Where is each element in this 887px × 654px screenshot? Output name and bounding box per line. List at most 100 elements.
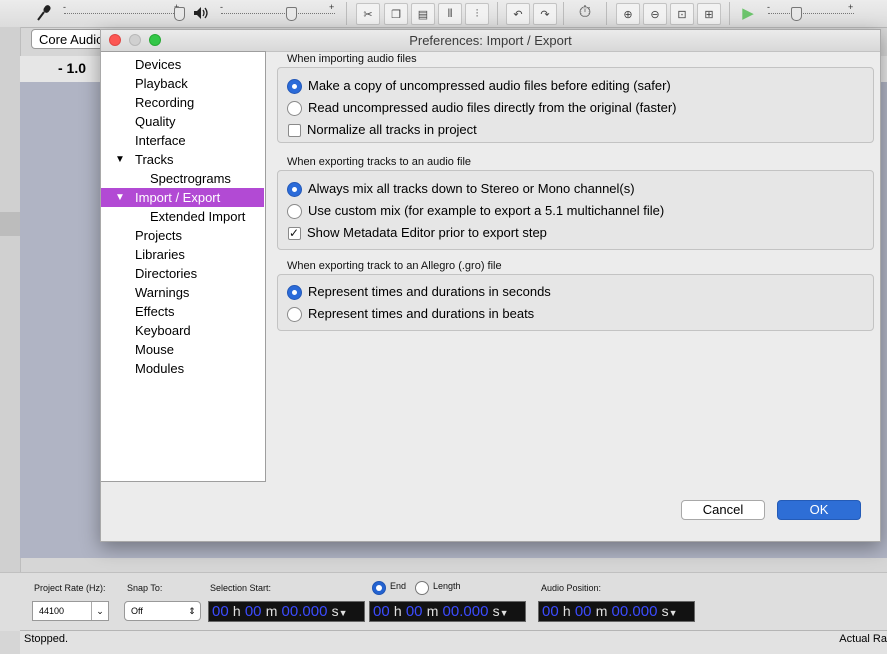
snap-to-select[interactable]: Off ⇕ bbox=[124, 601, 201, 621]
undo-icon[interactable]: ↶ bbox=[506, 3, 530, 25]
allegro-group-title: When exporting track to an Allegro (.gro… bbox=[287, 260, 502, 272]
end-radio[interactable] bbox=[372, 581, 386, 595]
seconds-unit: s bbox=[331, 603, 339, 619]
normalize-checkbox[interactable] bbox=[288, 123, 301, 137]
minimize-button[interactable] bbox=[129, 34, 141, 46]
dialog-titlebar[interactable]: Preferences: Import / Export bbox=[101, 30, 880, 52]
selection-start-time[interactable]: 00 h 00 m 00.000 s▼ bbox=[208, 601, 365, 622]
tree-item[interactable]: Quality bbox=[101, 112, 264, 131]
left-edge-panel bbox=[0, 27, 21, 627]
tree-item-label: Modules bbox=[135, 361, 185, 376]
slider-minus-label: - bbox=[220, 2, 223, 12]
copy-files-radio[interactable] bbox=[287, 78, 302, 94]
tree-item-label: Import / Export bbox=[135, 190, 221, 205]
mix-down-label: Always mix all tracks down to Stereo or … bbox=[308, 181, 635, 196]
normalize-option[interactable]: Normalize all tracks in project bbox=[287, 121, 477, 139]
toolbar-separator bbox=[346, 2, 347, 25]
disclosure-triangle-icon[interactable]: ▼ bbox=[115, 150, 125, 169]
beats-radio[interactable] bbox=[287, 306, 302, 322]
read-directly-radio[interactable] bbox=[287, 100, 302, 116]
end-label: End bbox=[390, 581, 407, 591]
selection-start-label: Selection Start: bbox=[210, 583, 272, 593]
cut-icon[interactable]: ✂ bbox=[356, 3, 380, 25]
selection-end-time[interactable]: 00 h 00 m 00.000 s▼ bbox=[369, 601, 526, 622]
tree-item[interactable]: ▼ Import / Export bbox=[101, 188, 264, 207]
audio-host-select[interactable]: Core Audio bbox=[31, 29, 111, 49]
project-rate-combo[interactable]: 44100 ⌄ bbox=[32, 601, 109, 621]
tree-item-label: Directories bbox=[135, 266, 198, 281]
close-button[interactable] bbox=[109, 34, 121, 46]
toolbar-separator bbox=[606, 2, 607, 25]
custom-mix-option[interactable]: Use custom mix (for example to export a … bbox=[287, 202, 664, 220]
silence-icon[interactable]: ⫶ bbox=[465, 3, 489, 25]
redo-icon[interactable]: ↷ bbox=[533, 3, 557, 25]
beats-label: Represent times and durations in beats bbox=[308, 306, 535, 321]
playback-volume-thumb[interactable] bbox=[286, 7, 297, 21]
tree-item[interactable]: Warnings bbox=[101, 283, 264, 302]
tree-item[interactable]: ▼ Tracks bbox=[101, 150, 264, 169]
tree-item[interactable]: Modules bbox=[101, 359, 264, 378]
chevron-down-icon[interactable]: ⌄ bbox=[91, 602, 108, 620]
tree-item[interactable]: Playback bbox=[101, 74, 264, 93]
mix-down-radio[interactable] bbox=[287, 181, 302, 197]
fit-project-icon[interactable]: ⊞ bbox=[697, 3, 721, 25]
metadata-editor-option[interactable]: Show Metadata Editor prior to export ste… bbox=[287, 224, 547, 242]
cancel-button[interactable]: Cancel bbox=[681, 500, 765, 520]
playback-volume-slider[interactable] bbox=[221, 13, 335, 15]
tree-item[interactable]: Spectrograms bbox=[101, 169, 264, 188]
seconds-value: 00.000 bbox=[281, 603, 328, 620]
import-group-title: When importing audio files bbox=[287, 53, 417, 65]
read-directly-option[interactable]: Read uncompressed audio files directly f… bbox=[287, 99, 677, 117]
disclosure-triangle-icon[interactable]: ▼ bbox=[115, 188, 125, 207]
slider-minus-label: - bbox=[63, 2, 66, 12]
chevron-down-icon[interactable]: ▼ bbox=[669, 608, 678, 618]
main-toolbar: - + - + ✂ ❐ ▤ ⫴ ⫶ ↶ ↷ ⏱ ⊕ ⊖ ⊡ ⊞ ▶ - + bbox=[0, 0, 887, 28]
tree-item[interactable]: Keyboard bbox=[101, 321, 264, 340]
copy-files-option[interactable]: Make a copy of uncompressed audio files … bbox=[287, 77, 671, 95]
audio-position-time[interactable]: 00 h 00 m 00.000 s▼ bbox=[538, 601, 695, 622]
read-directly-label: Read uncompressed audio files directly f… bbox=[308, 100, 677, 115]
tree-item[interactable]: Libraries bbox=[101, 245, 264, 264]
tree-item[interactable]: Extended Import bbox=[101, 207, 264, 226]
timeline-label: - 1.0 bbox=[58, 60, 87, 76]
tree-item[interactable]: Interface bbox=[101, 131, 264, 150]
zoom-out-icon[interactable]: ⊖ bbox=[643, 3, 667, 25]
length-radio[interactable] bbox=[415, 581, 429, 595]
chevron-down-icon[interactable]: ▼ bbox=[500, 608, 509, 618]
updown-icon: ⇕ bbox=[188, 606, 196, 616]
ok-button[interactable]: OK bbox=[777, 500, 861, 520]
tree-item[interactable]: Directories bbox=[101, 264, 264, 283]
tree-item-label: Devices bbox=[135, 57, 182, 72]
trim-icon[interactable]: ⫴ bbox=[438, 3, 462, 25]
play-at-speed-icon[interactable]: ▶ bbox=[737, 3, 759, 23]
play-speed-slider[interactable] bbox=[768, 13, 854, 15]
snap-to-value: Off bbox=[131, 606, 143, 616]
hours-unit: h bbox=[393, 603, 402, 619]
mix-down-option[interactable]: Always mix all tracks down to Stereo or … bbox=[287, 180, 635, 198]
zoom-button[interactable] bbox=[149, 34, 161, 46]
beats-option[interactable]: Represent times and durations in beats bbox=[287, 305, 534, 323]
play-speed-thumb[interactable] bbox=[791, 7, 802, 21]
tree-item-label: Quality bbox=[135, 114, 176, 129]
seconds-option[interactable]: Represent times and durations in seconds bbox=[287, 283, 551, 301]
paste-icon[interactable]: ▤ bbox=[411, 3, 435, 25]
metadata-editor-checkbox[interactable] bbox=[288, 225, 301, 241]
sync-lock-icon[interactable]: ⏱ bbox=[574, 3, 596, 23]
tree-item[interactable]: Devices bbox=[101, 55, 264, 74]
chevron-down-icon[interactable]: ▼ bbox=[339, 608, 348, 618]
tree-item[interactable]: Projects bbox=[101, 226, 264, 245]
microphone-icon[interactable] bbox=[34, 3, 54, 23]
minutes-value: 00 bbox=[244, 603, 262, 620]
seconds-radio[interactable] bbox=[287, 284, 302, 300]
tree-item[interactable]: Recording bbox=[101, 93, 264, 112]
zoom-in-icon[interactable]: ⊕ bbox=[616, 3, 640, 25]
tree-item[interactable]: Effects bbox=[101, 302, 264, 321]
copy-icon[interactable]: ❐ bbox=[384, 3, 408, 25]
record-volume-slider[interactable] bbox=[64, 13, 180, 15]
toolbar-separator bbox=[497, 2, 498, 25]
tree-item-label: Libraries bbox=[135, 247, 185, 262]
tree-item[interactable]: Mouse bbox=[101, 340, 264, 359]
fit-selection-icon[interactable]: ⊡ bbox=[670, 3, 694, 25]
record-volume-thumb[interactable] bbox=[174, 7, 185, 21]
custom-mix-radio[interactable] bbox=[287, 203, 302, 219]
